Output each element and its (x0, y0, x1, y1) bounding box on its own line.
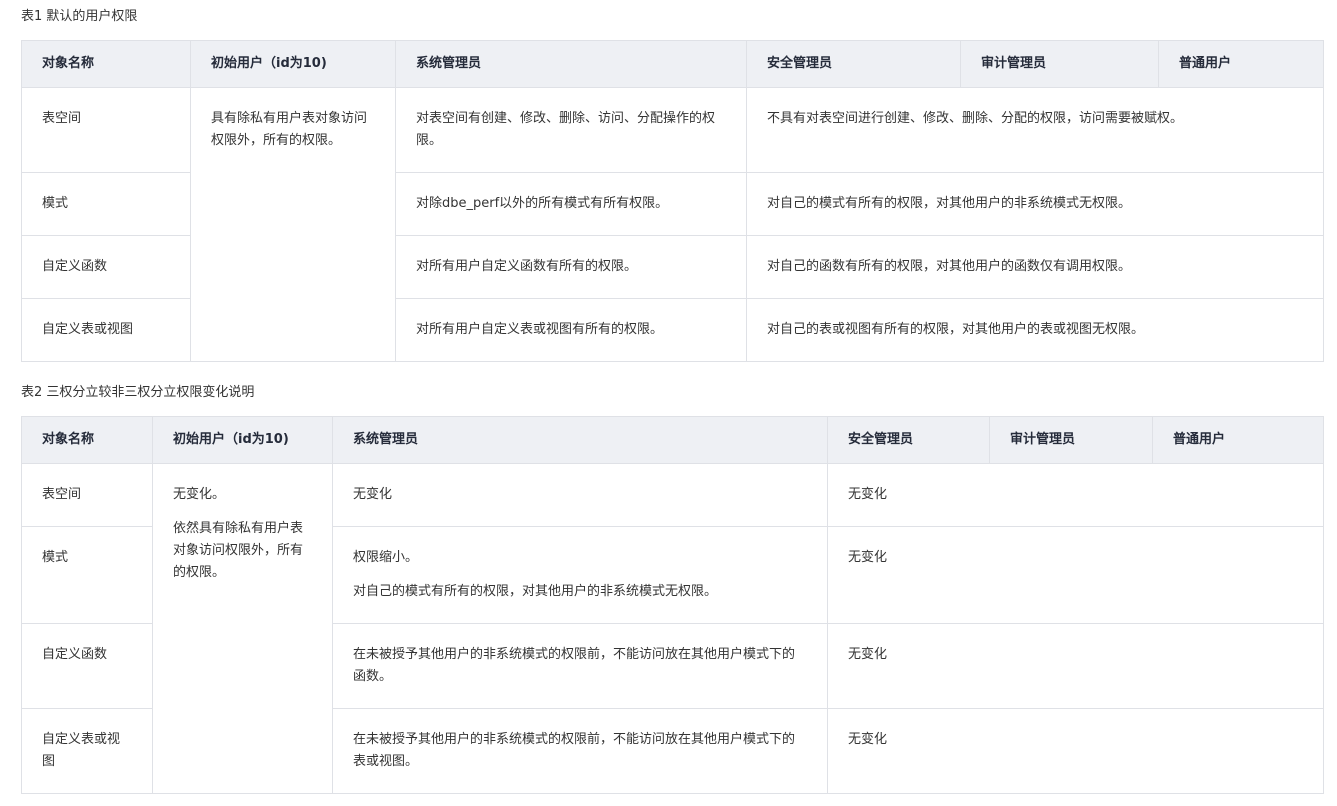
other-users-cell: 不具有对表空间进行创建、修改、删除、分配的权限，访问需要被赋权。 (746, 87, 1324, 173)
system-admin-cell: 在未被授予其他用户的非系统模式的权限前，不能访问放在其他用户模式下的表或视图。 (332, 708, 828, 794)
system-admin-cell: 对表空间有创建、修改、删除、访问、分配操作的权限。 (395, 87, 747, 173)
system-admin-cell: 在未被授予其他用户的非系统模式的权限前，不能访问放在其他用户模式下的函数。 (332, 623, 828, 709)
system-admin-cell: 无变化 (332, 463, 828, 527)
object-name-cell: 模式 (21, 172, 191, 236)
other-users-cell: 无变化 (827, 623, 1324, 709)
system-admin-cell: 对所有用户自定义表或视图有所有的权限。 (395, 298, 747, 362)
other-users-cell: 对自己的函数有所有的权限，对其他用户的函数仅有调用权限。 (746, 235, 1324, 299)
system-admin-text-1: 权限缩小。 (353, 550, 419, 565)
system-admin-cell: 对除dbe_perf以外的所有模式有所有权限。 (395, 172, 747, 236)
header-audit-admin: 审计管理员 (989, 416, 1153, 464)
initial-user-cell: 无变化。 依然具有除私有用户表对象访问权限外，所有的权限。 (152, 463, 333, 794)
initial-user-text-2: 依然具有除私有用户表对象访问权限外，所有的权限。 (173, 521, 304, 580)
system-admin-cell: 权限缩小。 对自己的模式有所有的权限，对其他用户的非系统模式无权限。 (332, 526, 828, 624)
object-name-cell: 模式 (21, 526, 153, 624)
other-users-cell: 无变化 (827, 526, 1324, 624)
header-system-admin: 系统管理员 (332, 416, 828, 464)
header-normal-user: 普通用户 (1152, 416, 1324, 464)
table1-caption: 表1 默认的用户权限 (21, 9, 138, 24)
header-audit-admin: 审计管理员 (960, 40, 1159, 88)
header-initial-user: 初始用户（id为10) (152, 416, 333, 464)
object-name-cell: 自定义函数 (21, 623, 153, 709)
object-name-cell: 自定义表或视图 (21, 708, 153, 794)
table-row: 表空间 无变化。 依然具有除私有用户表对象访问权限外，所有的权限。 无变化 无变… (21, 463, 1324, 794)
header-system-admin: 系统管理员 (395, 40, 747, 88)
other-users-cell: 无变化 (827, 708, 1324, 794)
object-name-cell: 表空间 (21, 87, 191, 173)
separation-of-duties-changes-table: 对象名称 初始用户（id为10) 系统管理员 安全管理员 审计管理员 普通用户 … (21, 416, 1324, 794)
table-header-row: 对象名称 初始用户（id为10) 系统管理员 安全管理员 审计管理员 普通用户 (21, 416, 1324, 464)
initial-user-text-1: 无变化。 (173, 487, 226, 502)
header-initial-user: 初始用户（id为10) (190, 40, 396, 88)
object-name-cell: 自定义函数 (21, 235, 191, 299)
table-row: 表空间 具有除私有用户表对象访问权限外，所有的权限。 对表空间有创建、修改、删除… (21, 87, 1324, 362)
header-object-name: 对象名称 (21, 416, 153, 464)
header-security-admin: 安全管理员 (746, 40, 961, 88)
object-name-cell: 表空间 (21, 463, 153, 527)
other-users-cell: 对自己的模式有所有的权限，对其他用户的非系统模式无权限。 (746, 172, 1324, 236)
header-security-admin: 安全管理员 (827, 416, 990, 464)
object-name-cell: 自定义表或视图 (21, 298, 191, 362)
default-user-permissions-table: 对象名称 初始用户（id为10) 系统管理员 安全管理员 审计管理员 普通用户 … (21, 40, 1324, 362)
system-admin-cell: 对所有用户自定义函数有所有的权限。 (395, 235, 747, 299)
header-object-name: 对象名称 (21, 40, 191, 88)
other-users-cell: 无变化 (827, 463, 1324, 527)
system-admin-text-2: 对自己的模式有所有的权限，对其他用户的非系统模式无权限。 (353, 584, 718, 599)
table-header-row: 对象名称 初始用户（id为10) 系统管理员 安全管理员 审计管理员 普通用户 (21, 40, 1324, 88)
initial-user-cell: 具有除私有用户表对象访问权限外，所有的权限。 (190, 87, 396, 362)
other-users-cell: 对自己的表或视图有所有的权限，对其他用户的表或视图无权限。 (746, 298, 1324, 362)
header-normal-user: 普通用户 (1158, 40, 1324, 88)
table2-caption: 表2 三权分立较非三权分立权限变化说明 (21, 385, 255, 400)
